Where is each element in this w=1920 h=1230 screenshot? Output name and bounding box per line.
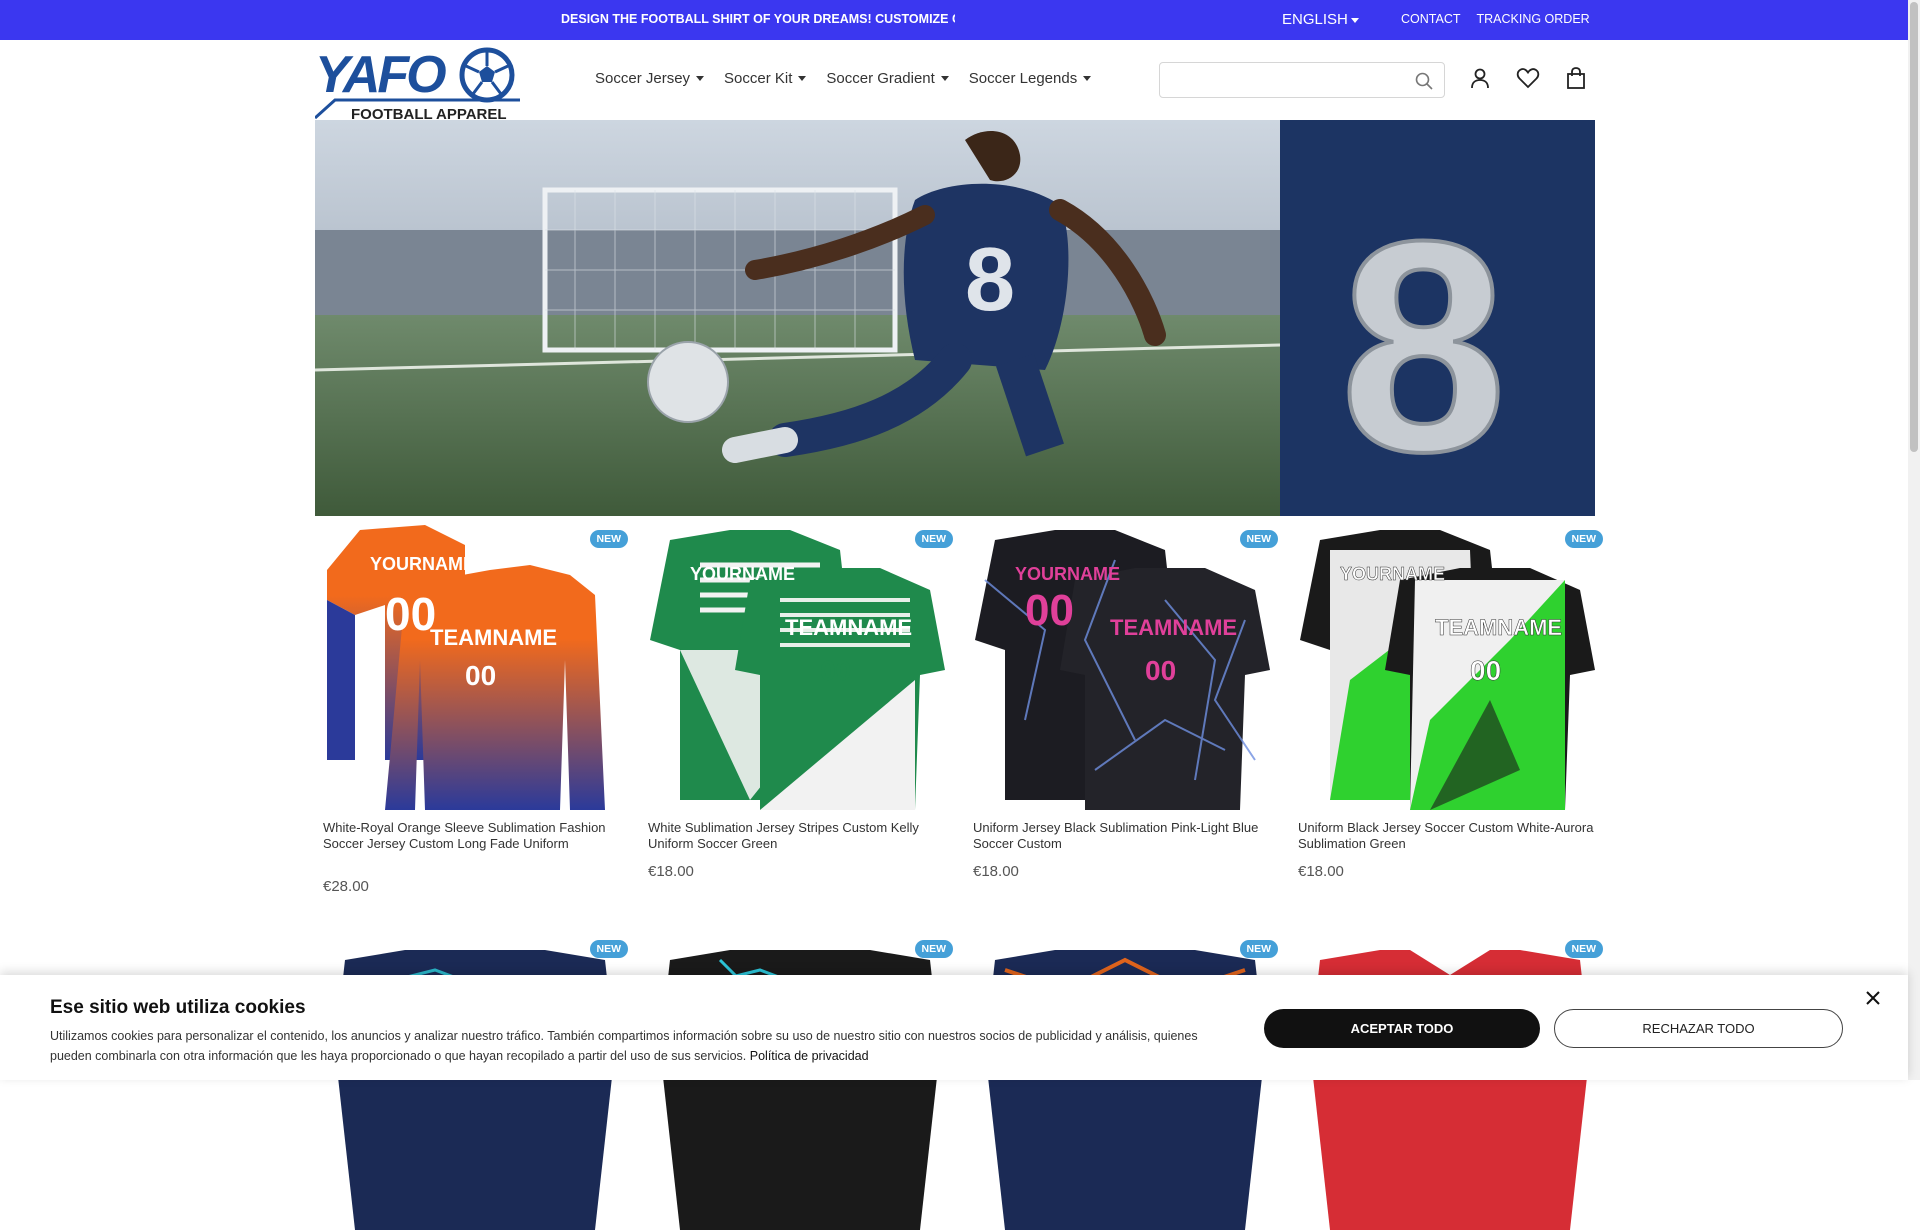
- main-nav: Soccer Jersey Soccer Kit Soccer Gradient…: [595, 70, 1092, 87]
- svg-text:TEAMNAME: TEAMNAME: [785, 615, 912, 640]
- hero-banner[interactable]: 8 8: [315, 120, 1595, 516]
- nav-item-soccer-legends[interactable]: Soccer Legends: [968, 70, 1092, 87]
- new-badge: NEW: [1239, 940, 1278, 958]
- chevron-down-icon: [696, 76, 705, 81]
- cookie-banner: Ese sitio web utiliza cookies Utilizamos…: [0, 975, 1908, 1080]
- product-name[interactable]: Uniform Black Jersey Soccer Custom White…: [1298, 820, 1598, 851]
- language-selector[interactable]: ENGLISH: [1282, 11, 1359, 28]
- product-image[interactable]: YOURNAME 00 TEAMNAME 00: [965, 520, 1290, 820]
- new-badge: NEW: [914, 530, 953, 548]
- contact-link[interactable]: CONTACT: [1401, 12, 1461, 26]
- cookie-text: Utilizamos cookies para personalizar el …: [50, 1027, 1230, 1066]
- nav-label: Soccer Jersey: [595, 70, 691, 87]
- svg-text:00: 00: [1025, 586, 1074, 635]
- page-scrollbar[interactable]: [1908, 0, 1920, 1080]
- nav-label: Soccer Kit: [724, 70, 793, 87]
- nav-label: Soccer Gradient: [826, 70, 935, 87]
- close-icon[interactable]: [1864, 989, 1882, 1007]
- svg-text:00: 00: [1470, 655, 1501, 686]
- new-badge: NEW: [1239, 530, 1278, 548]
- user-icon[interactable]: [1468, 66, 1492, 90]
- svg-text:TEAMNAME: TEAMNAME: [1110, 615, 1237, 640]
- top-links: CONTACT TRACKING ORDER: [1401, 12, 1590, 26]
- reject-all-button[interactable]: RECHAZAR TODO: [1554, 1009, 1843, 1048]
- product-price: €18.00: [973, 863, 1019, 880]
- svg-text:YOURNAME: YOURNAME: [370, 554, 475, 574]
- chevron-down-icon: [1083, 76, 1092, 81]
- svg-text:00: 00: [385, 588, 436, 640]
- nav-label: Soccer Legends: [968, 70, 1078, 87]
- chevron-down-icon: [798, 76, 807, 81]
- logo-text: YAFO: [315, 46, 446, 104]
- search-icon[interactable]: [1414, 71, 1434, 91]
- svg-text:00: 00: [820, 655, 851, 686]
- language-label: ENGLISH: [1282, 11, 1348, 28]
- svg-text:8: 8: [965, 230, 1015, 330]
- new-badge: NEW: [589, 940, 628, 958]
- scrollbar-thumb[interactable]: [1910, 2, 1918, 452]
- new-badge: NEW: [1564, 530, 1603, 548]
- svg-text:TEAMNAME: TEAMNAME: [430, 625, 557, 650]
- svg-text:TEAMNAME: TEAMNAME: [1435, 615, 1562, 640]
- svg-text:00: 00: [1145, 655, 1176, 686]
- bag-icon[interactable]: [1564, 66, 1588, 90]
- soccer-ball-image: [647, 341, 729, 423]
- site-logo[interactable]: YAFO FOOTBALL APPAREL: [315, 44, 520, 122]
- product-name[interactable]: White-Royal Orange Sleeve Sublimation Fa…: [323, 820, 623, 851]
- chevron-down-icon: [1350, 17, 1359, 23]
- new-badge: NEW: [589, 530, 628, 548]
- product-price: €28.00: [323, 878, 369, 895]
- svg-text:00: 00: [465, 660, 496, 691]
- new-badge: NEW: [914, 940, 953, 958]
- nav-item-soccer-gradient[interactable]: Soccer Gradient: [826, 70, 949, 87]
- accept-all-button[interactable]: ACEPTAR TODO: [1264, 1009, 1540, 1048]
- product-image[interactable]: YOURNAME TEAMNAME 00: [640, 520, 965, 820]
- svg-text:YOURNAME: YOURNAME: [690, 564, 795, 584]
- cookie-description: Utilizamos cookies para personalizar el …: [50, 1029, 1198, 1063]
- announcement-bar: DESIGN THE FOOTBALL SHIRT OF YOUR DREAMS…: [0, 0, 1908, 40]
- product-name[interactable]: White Sublimation Jersey Stripes Custom …: [648, 820, 948, 851]
- privacy-policy-link[interactable]: Política de privacidad: [750, 1049, 869, 1063]
- hero-closeup-number: 8: [1340, 178, 1507, 514]
- header-icons: [1468, 66, 1588, 90]
- svg-text:YOURNAME: YOURNAME: [1015, 564, 1120, 584]
- tracking-order-link[interactable]: TRACKING ORDER: [1477, 12, 1590, 26]
- new-badge: NEW: [1564, 940, 1603, 958]
- product-price: €18.00: [648, 863, 694, 880]
- cookie-title: Ese sitio web utiliza cookies: [50, 997, 306, 1018]
- svg-text:YOURNAME: YOURNAME: [1340, 564, 1445, 584]
- heart-icon[interactable]: [1516, 66, 1540, 90]
- search-box: [1159, 62, 1445, 98]
- promo-text[interactable]: DESIGN THE FOOTBALL SHIRT OF YOUR DREAMS…: [561, 12, 955, 26]
- product-image[interactable]: YOURNAME 00 TEAMNAME 00: [315, 520, 640, 820]
- nav-item-soccer-jersey[interactable]: Soccer Jersey: [595, 70, 705, 87]
- product-image[interactable]: YOURNAME TEAMNAME 00: [1290, 520, 1615, 820]
- nav-item-soccer-kit[interactable]: Soccer Kit: [724, 70, 807, 87]
- chevron-down-icon: [940, 76, 949, 81]
- product-price: €18.00: [1298, 863, 1344, 880]
- product-name[interactable]: Uniform Jersey Black Sublimation Pink-Li…: [973, 820, 1273, 851]
- search-input[interactable]: [1168, 69, 1408, 91]
